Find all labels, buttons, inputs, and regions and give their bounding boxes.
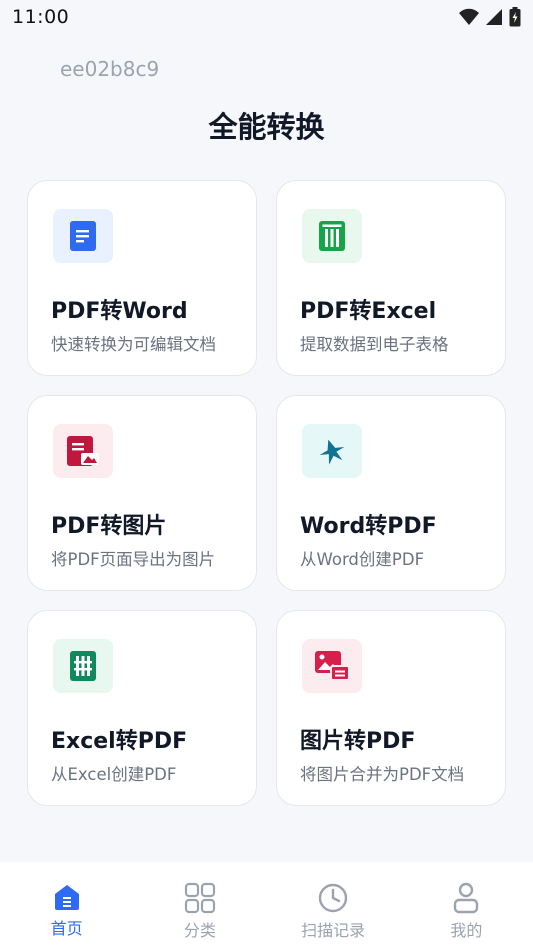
card-icon-box bbox=[302, 639, 362, 693]
card-title: PDF转图片 bbox=[51, 514, 167, 539]
excel-to-pdf-card[interactable]: Excel转PDF 从Excel创建PDF bbox=[27, 610, 257, 806]
card-desc: 将PDF页面导出为图片 bbox=[51, 550, 216, 569]
card-desc: 从Excel创建PDF bbox=[51, 765, 177, 784]
cell-signal-icon bbox=[486, 9, 502, 25]
battery-icon bbox=[509, 7, 521, 27]
home-icon bbox=[54, 885, 79, 910]
card-icon-box bbox=[53, 209, 113, 263]
photo-icon bbox=[315, 651, 350, 681]
nav-scan-history[interactable]: 扫描记录 bbox=[267, 862, 400, 948]
card-title: 图片转PDF bbox=[300, 729, 416, 754]
pdf-to-word-card[interactable]: PDF转Word 快速转换为可编辑文档 bbox=[27, 180, 257, 376]
nav-label: 扫描记录 bbox=[301, 921, 366, 940]
card-title: Excel转PDF bbox=[51, 729, 188, 754]
table-icon bbox=[70, 651, 96, 681]
clock-icon bbox=[318, 883, 348, 913]
card-desc: 从Word创建PDF bbox=[300, 550, 425, 569]
status-bar: 11:00 bbox=[0, 0, 533, 34]
card-icon-box bbox=[302, 424, 362, 478]
document-icon bbox=[70, 221, 96, 251]
card-desc: 将图片合并为PDF文档 bbox=[300, 765, 465, 784]
status-icons bbox=[459, 7, 521, 27]
card-icon-box bbox=[302, 209, 362, 263]
card-icon-box bbox=[53, 639, 113, 693]
card-title: PDF转Word bbox=[51, 299, 188, 324]
profile-icon bbox=[454, 882, 479, 914]
card-title: PDF转Excel bbox=[300, 299, 437, 324]
user-id: ee02b8c9 bbox=[60, 57, 160, 81]
pdf-to-image-card[interactable]: PDF转图片 将PDF页面导出为图片 bbox=[27, 395, 257, 591]
nav-label: 我的 bbox=[450, 921, 483, 940]
pdf-to-excel-card[interactable]: PDF转Excel 提取数据到电子表格 bbox=[276, 180, 506, 376]
nav-profile[interactable]: 我的 bbox=[400, 862, 533, 948]
nav-label: 首页 bbox=[50, 919, 83, 938]
status-time: 11:00 bbox=[12, 6, 70, 28]
card-icon-box bbox=[53, 424, 113, 478]
spreadsheet-icon bbox=[319, 221, 345, 251]
card-desc: 提取数据到电子表格 bbox=[300, 335, 449, 354]
nav-label: 分类 bbox=[183, 921, 216, 940]
page-title: 全能转换 bbox=[208, 110, 325, 144]
nav-category[interactable]: 分类 bbox=[133, 862, 266, 948]
image-to-pdf-card[interactable]: 图片转PDF 将图片合并为PDF文档 bbox=[276, 610, 506, 806]
card-desc: 快速转换为可编辑文档 bbox=[51, 335, 216, 354]
nav-home[interactable]: 首页 bbox=[0, 862, 133, 948]
card-title: Word转PDF bbox=[300, 514, 437, 539]
image-document-icon bbox=[67, 436, 99, 466]
bottom-nav: 首页 分类 扫描记录 我的 bbox=[0, 862, 533, 948]
word-to-pdf-card[interactable]: Word转PDF 从Word创建PDF bbox=[276, 395, 506, 591]
grid-icon bbox=[184, 882, 215, 914]
wifi-icon bbox=[459, 8, 479, 25]
pdf-icon bbox=[319, 439, 345, 465]
